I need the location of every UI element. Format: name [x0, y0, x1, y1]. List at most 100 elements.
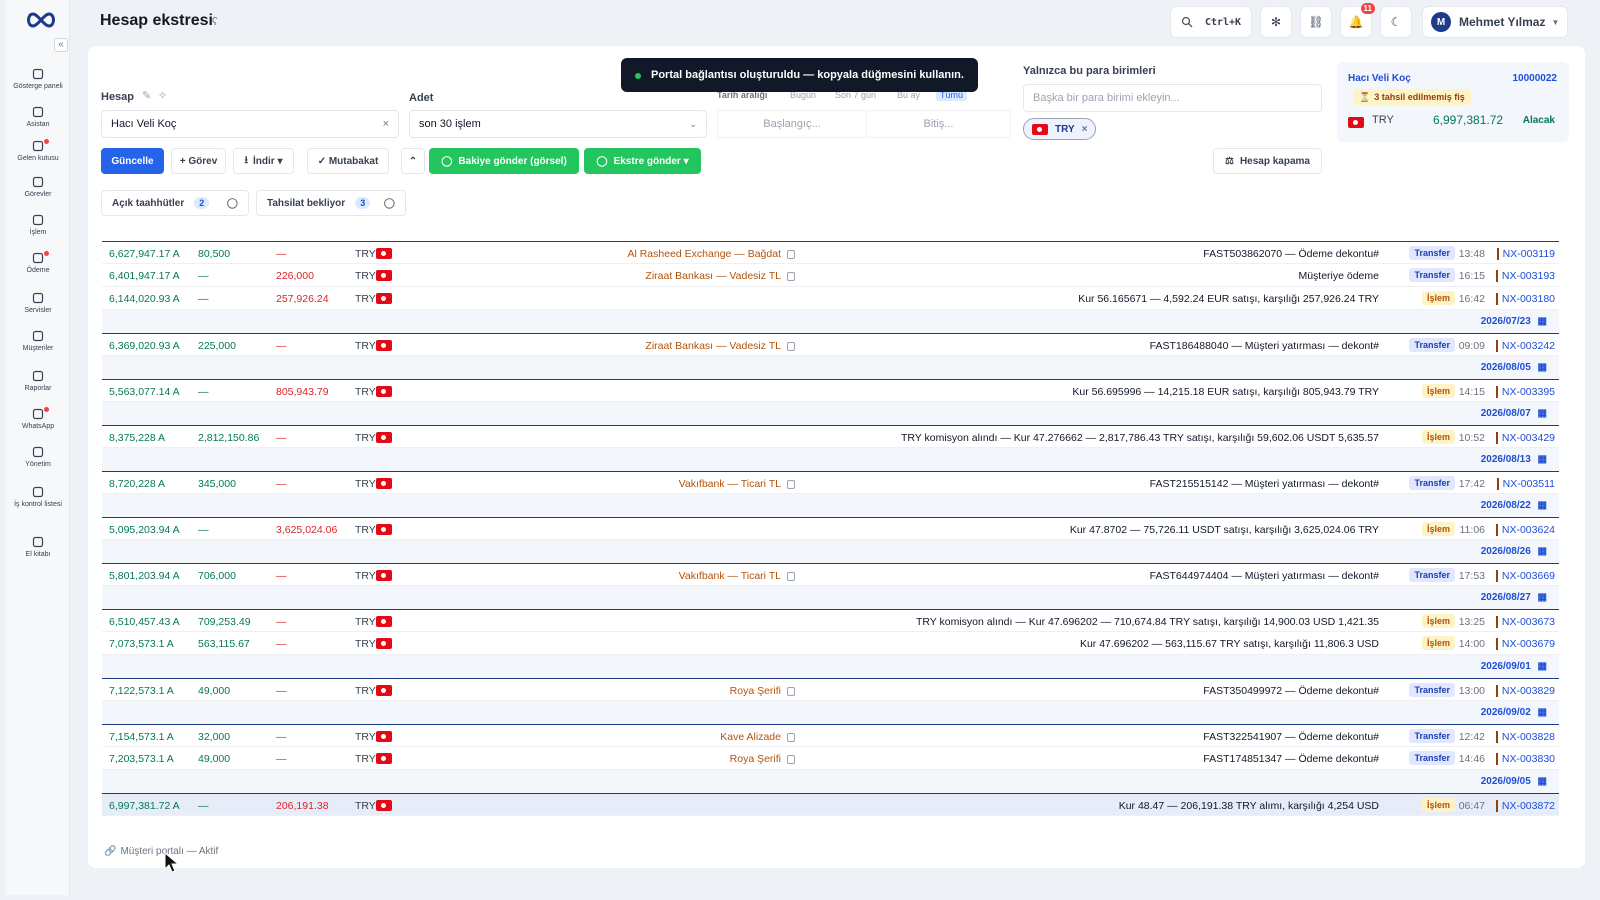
table-row[interactable]: 5,095,203.94 A — 3,625,024.06 TRY Kur 47.870…: [102, 517, 1559, 540]
table-row[interactable]: 7,203,573.1 A 49,000 — TRY Roya Şerifi FAST17…: [102, 747, 1559, 770]
theme-toggle[interactable]: ☾: [1380, 6, 1412, 38]
update-button[interactable]: Güncelle: [101, 148, 164, 174]
counterparty-cell[interactable]: Roya Şerifi: [730, 753, 795, 765]
date-label[interactable]: 2026/08/13 ▦: [1481, 454, 1547, 465]
table-row[interactable]: 6,401,947.17 A — 226,000 TRY Ziraat Bankası …: [102, 264, 1559, 287]
close-account-button[interactable]: ⚖ Hesap kapama: [1213, 148, 1322, 174]
sidebar-item[interactable]: İş kontrol listesi: [6, 486, 70, 509]
remove-chip-icon[interactable]: ×: [1082, 124, 1088, 135]
send-balance-button[interactable]: ◯ Bakiye gönder (görsel): [429, 148, 579, 174]
bug-button[interactable]: ✻: [1260, 6, 1292, 38]
transaction-id-link[interactable]: NX-003673: [1495, 616, 1555, 628]
sidebar-item[interactable]: Gelen kutusu: [6, 139, 70, 163]
date-label[interactable]: 2026/08/07 ▦: [1481, 408, 1547, 419]
sidebar-item[interactable]: Raporlar: [6, 370, 70, 393]
date-label[interactable]: 2026/07/23 ▦: [1481, 316, 1547, 327]
transaction-id-link[interactable]: NX-003829: [1495, 685, 1555, 697]
table-row[interactable]: 5,563,077.14 A — 805,943.79 TRY Kur 56.69599…: [102, 379, 1559, 402]
currency-cell: TRY: [355, 685, 376, 697]
calendar-icon: ▦: [1534, 546, 1547, 557]
collapse-sidebar-button[interactable]: «: [54, 38, 68, 52]
transaction-id-link[interactable]: NX-003669: [1495, 570, 1555, 582]
sidebar-item[interactable]: Görevler: [6, 176, 70, 199]
table-row[interactable]: 6,510,457.43 A 709,253.49 — TRY TRY komisyon…: [102, 609, 1559, 632]
table-row[interactable]: 6,144,020.93 A — 257,926.24 TRY Kur 56.16567…: [102, 287, 1559, 310]
table-row[interactable]: 8,720,228 A 345,000 — TRY Vakıfbank — Ticari…: [102, 471, 1559, 494]
sidebar-item[interactable]: İşlem: [6, 214, 70, 237]
sidebar-item[interactable]: Müşteriler: [6, 330, 70, 353]
table-row[interactable]: 6,369,020.93 A 225,000 — TRY Ziraat Bankası …: [102, 333, 1559, 356]
info-icon[interactable]: ʕ: [212, 16, 218, 28]
transaction-id-link[interactable]: NX-003429: [1495, 432, 1555, 444]
sidebar-item[interactable]: Gösterge paneli: [6, 68, 70, 91]
counterparty-cell[interactable]: Ziraat Bankası — Vadesiz TL: [645, 340, 795, 352]
turkey-flag-icon: [376, 616, 392, 627]
balance-cell: 6,401,947.17 A: [109, 270, 180, 282]
start-date-input[interactable]: Başlangıç...: [717, 110, 867, 138]
notifications-button[interactable]: 🔔 11: [1340, 3, 1375, 38]
table-row[interactable]: 7,154,573.1 A 32,000 — TRY Kave Alizade FAST3…: [102, 724, 1559, 747]
add-task-button[interactable]: + Görev: [171, 148, 226, 174]
transaction-id-link[interactable]: NX-003180: [1495, 293, 1555, 305]
search-button[interactable]: Ctrl+K: [1170, 6, 1252, 38]
clear-icon[interactable]: ×: [383, 118, 389, 130]
sidebar-item[interactable]: WhatsApp: [6, 407, 70, 431]
transaction-id-link[interactable]: NX-003830: [1495, 753, 1555, 765]
account-input[interactable]: Hacı Veli Koç ×: [101, 110, 399, 138]
table-row[interactable]: 6,627,947.17 A 80,500 — TRY Al Rasheed Excha…: [102, 241, 1559, 264]
date-label[interactable]: 2026/09/05 ▦: [1481, 776, 1547, 787]
transaction-id-link[interactable]: NX-003828: [1495, 731, 1555, 743]
count-select[interactable]: son 30 işlem ⌄: [409, 110, 707, 138]
transaction-id-link[interactable]: NX-003395: [1495, 386, 1555, 398]
transaction-id-link[interactable]: NX-003511: [1496, 478, 1555, 490]
transaction-id-link[interactable]: NX-003872: [1495, 800, 1555, 812]
counterparty-cell[interactable]: Vakıfbank — Ticari TL: [679, 478, 795, 490]
table-row[interactable]: 7,122,573.1 A 49,000 — TRY Roya Şerifi FAST35…: [102, 678, 1559, 701]
transaction-id-link[interactable]: NX-003242: [1495, 340, 1555, 352]
date-label[interactable]: 2026/08/05 ▦: [1481, 362, 1547, 373]
counterparty-cell[interactable]: Roya Şerifi: [730, 685, 795, 697]
transaction-id-link[interactable]: NX-003679: [1495, 638, 1555, 650]
pending-receipts-badge[interactable]: ⏳ 3 tahsil edilmemiş fiş: [1353, 89, 1471, 105]
send-statement-button[interactable]: ◯ Ekstre gönder ▾: [584, 148, 701, 174]
edit-icon[interactable]: ✎: [142, 89, 151, 102]
counterparty-cell[interactable]: Kave Alizade: [720, 731, 795, 743]
counterparty-cell[interactable]: Vakıfbank — Ticari TL: [679, 570, 795, 582]
table-row[interactable]: 6,997,381.72 A — 206,191.38 TRY Kur 48.47 — …: [102, 793, 1559, 816]
reconcile-button[interactable]: ✓ Mutabakat: [307, 148, 389, 174]
sparkle-icon[interactable]: ✧: [158, 89, 167, 102]
tab-open-commitments[interactable]: Açık taahhütler 2 ◯: [101, 190, 249, 216]
collapse-up-button[interactable]: ⌃: [401, 148, 425, 174]
link-button[interactable]: ⛓: [1300, 6, 1332, 38]
sidebar-item[interactable]: Ödeme: [6, 251, 70, 275]
tab-pending-collection[interactable]: Tahsilat bekliyor 3 ◯: [256, 190, 406, 216]
counterparty-cell[interactable]: Al Rasheed Exchange — Bağdat: [627, 248, 795, 260]
date-label[interactable]: 2026/09/02 ▦: [1481, 707, 1547, 718]
sidebar-item[interactable]: Asistan: [6, 106, 70, 129]
table-row[interactable]: 7,073,573.1 A 563,115.67 — TRY Kur 47.696202…: [102, 632, 1559, 655]
date-label[interactable]: 2026/08/27 ▦: [1481, 592, 1547, 603]
date-label[interactable]: 2026/09/01 ▦: [1481, 661, 1547, 672]
sidebar-item[interactable]: Yönetim: [6, 446, 70, 469]
currency-chip-try[interactable]: TRY ×: [1023, 118, 1097, 140]
hourglass-icon: ⏳: [1359, 91, 1371, 102]
transaction-id-link[interactable]: NX-003624: [1495, 524, 1555, 536]
date-label[interactable]: 2026/08/26 ▦: [1481, 546, 1547, 557]
date-label[interactable]: 2026/08/22 ▦: [1481, 500, 1547, 511]
end-date-input[interactable]: Bitiş...: [866, 110, 1011, 138]
user-menu[interactable]: M Mehmet Yılmaz ▼: [1422, 6, 1568, 38]
time-cell: 13:48: [1458, 248, 1485, 260]
download-button[interactable]: ⭳ İndir ▾: [233, 148, 294, 174]
counterparty-cell[interactable]: Ziraat Bankası — Vadesiz TL: [645, 270, 795, 282]
sidebar-item[interactable]: El kitabı: [6, 536, 70, 559]
transaction-id-link[interactable]: NX-003119: [1496, 248, 1555, 260]
whatsapp-icon[interactable]: ◯: [384, 198, 395, 209]
table-row[interactable]: 5,801,203.94 A 706,000 — TRY Vakıfbank — Tic…: [102, 563, 1559, 586]
transaction-id-link[interactable]: NX-003193: [1495, 270, 1555, 282]
currency-input[interactable]: Başka bir para birimi ekleyin...: [1023, 84, 1322, 112]
customer-portal-status[interactable]: 🔗 Müşteri portalı — Aktif: [104, 846, 218, 857]
credit-cell: —: [198, 524, 209, 536]
sidebar-item[interactable]: Servisler: [6, 292, 70, 315]
table-row[interactable]: 8,375,228 A 2,812,150.86 — TRY TRY komisyon …: [102, 425, 1559, 448]
whatsapp-icon[interactable]: ◯: [227, 198, 238, 209]
